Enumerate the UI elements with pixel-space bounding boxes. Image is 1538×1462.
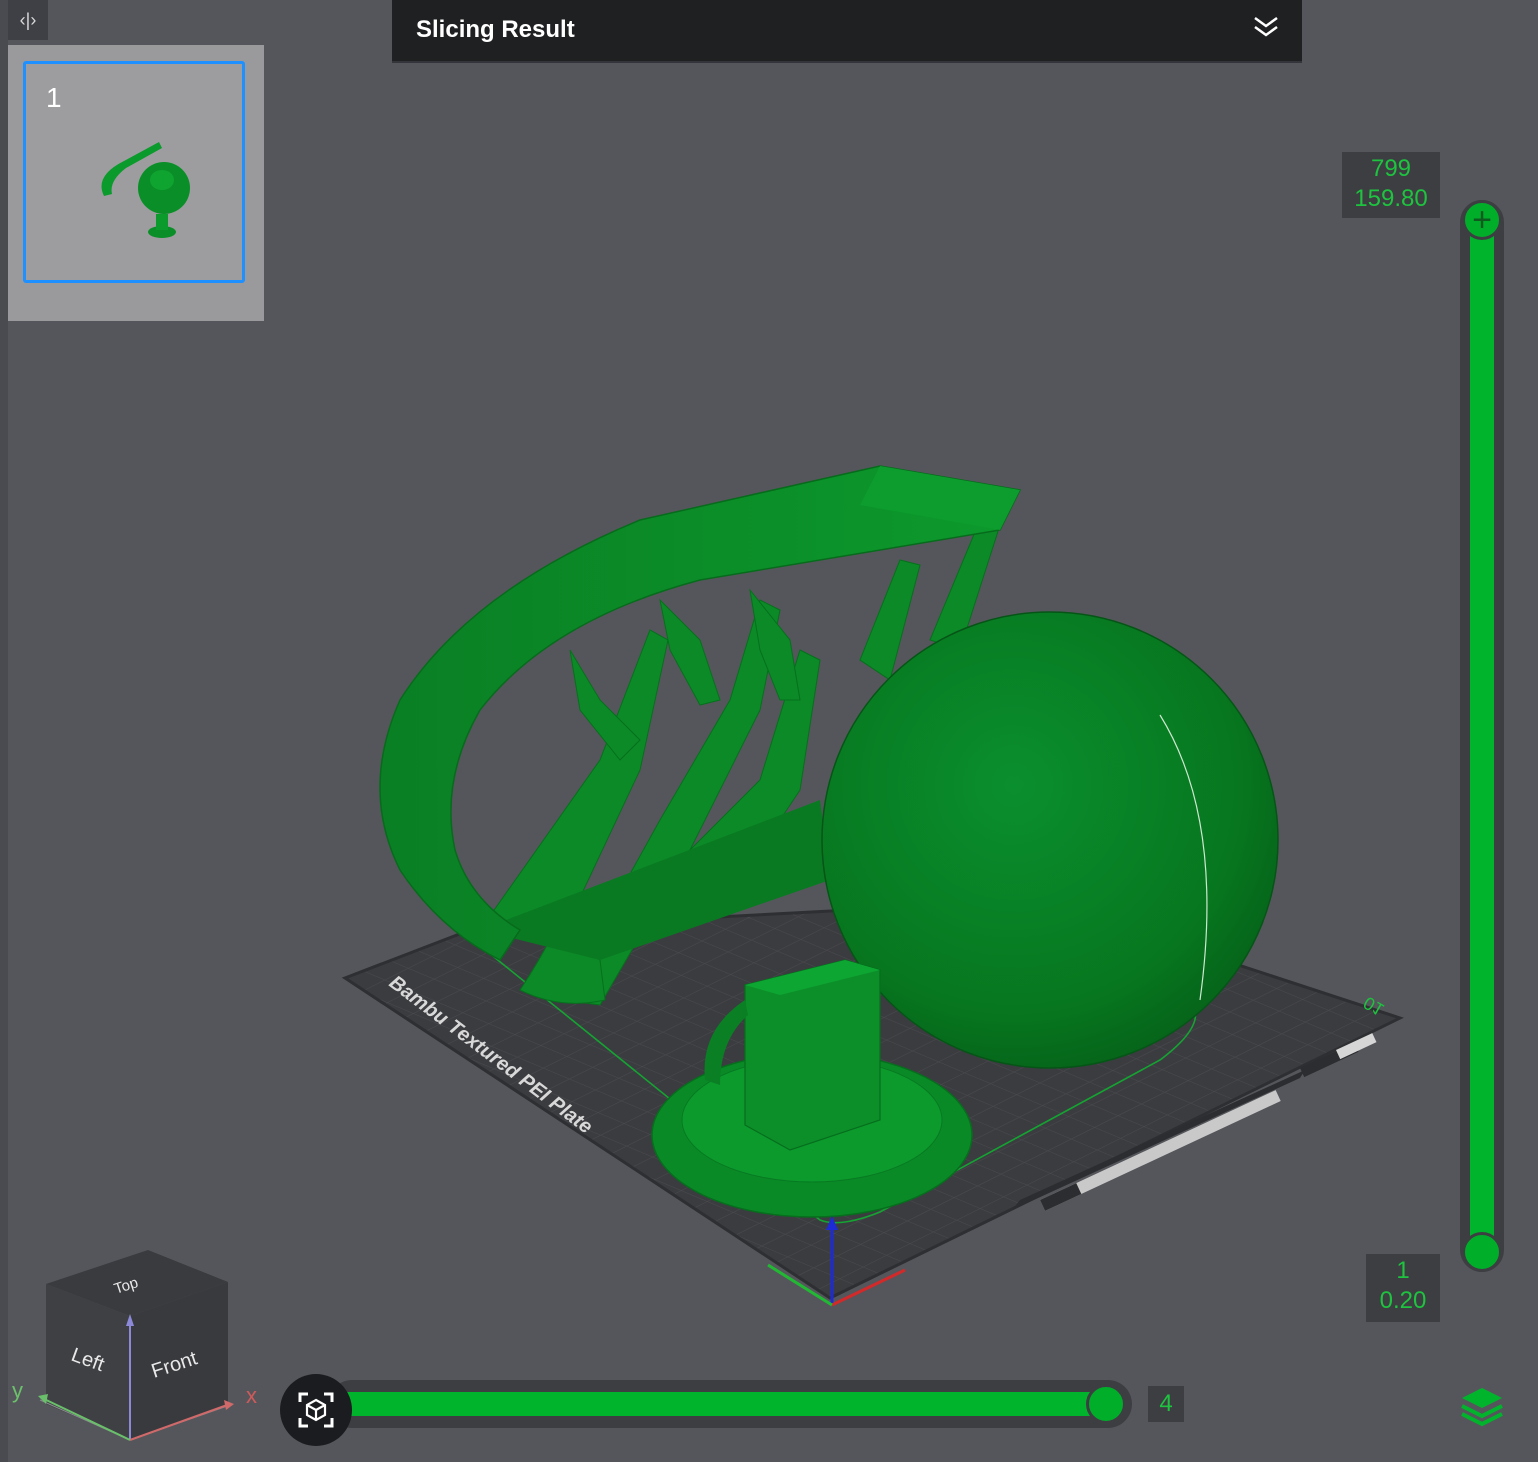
move-slider-value: 4 xyxy=(1148,1386,1184,1422)
plate-preview-image xyxy=(101,142,190,238)
plate-number: 1 xyxy=(46,82,62,113)
top-layer-height: 159.80 xyxy=(1354,185,1428,212)
collapse-glyph: ‹|› xyxy=(19,9,37,30)
x-axis-label: x xyxy=(246,1383,257,1408)
camera-glyph xyxy=(298,1392,334,1428)
y-axis-label: y xyxy=(12,1378,23,1403)
layers-icon[interactable] xyxy=(1458,1384,1506,1428)
slicing-result-header[interactable]: Slicing Result xyxy=(392,0,1302,63)
layer-slider[interactable]: + xyxy=(1460,200,1504,1272)
move-slider-range xyxy=(336,1392,1106,1416)
layer-slider-top-handle[interactable]: + xyxy=(1462,200,1502,240)
view-cube[interactable]: Top Left Front xyxy=(8,1244,268,1454)
sphere-model xyxy=(821,611,1279,1069)
plate-thumbnail-1[interactable]: 1 xyxy=(23,61,245,283)
double-chevron-down-icon[interactable] xyxy=(1252,14,1280,40)
left-edge-strip xyxy=(0,0,8,1462)
layer-slider-range xyxy=(1470,220,1494,1252)
header-title: Slicing Result xyxy=(416,16,575,43)
collapse-panel-icon[interactable]: ‹|› xyxy=(8,0,48,40)
bottom-layer-height: 0.20 xyxy=(1379,1287,1427,1314)
bottom-layer-readout: 1 0.20 xyxy=(1366,1254,1440,1322)
move-slider-handle[interactable] xyxy=(1086,1384,1126,1424)
move-slider[interactable] xyxy=(328,1380,1132,1428)
3d-viewport[interactable]: Bambu Textured PEI Plate 01 ‹|› 1 Slicin… xyxy=(0,0,1538,1462)
plate-list-panel: 1 xyxy=(8,45,264,321)
layer-slider-bottom-handle[interactable] xyxy=(1462,1232,1502,1272)
plus-icon: + xyxy=(1472,201,1492,239)
top-layer-number: 799 xyxy=(1370,155,1412,182)
top-layer-readout: 799 159.80 xyxy=(1342,152,1440,218)
camera-view-icon[interactable] xyxy=(280,1374,352,1446)
bottom-layer-number: 1 xyxy=(1396,1257,1410,1284)
